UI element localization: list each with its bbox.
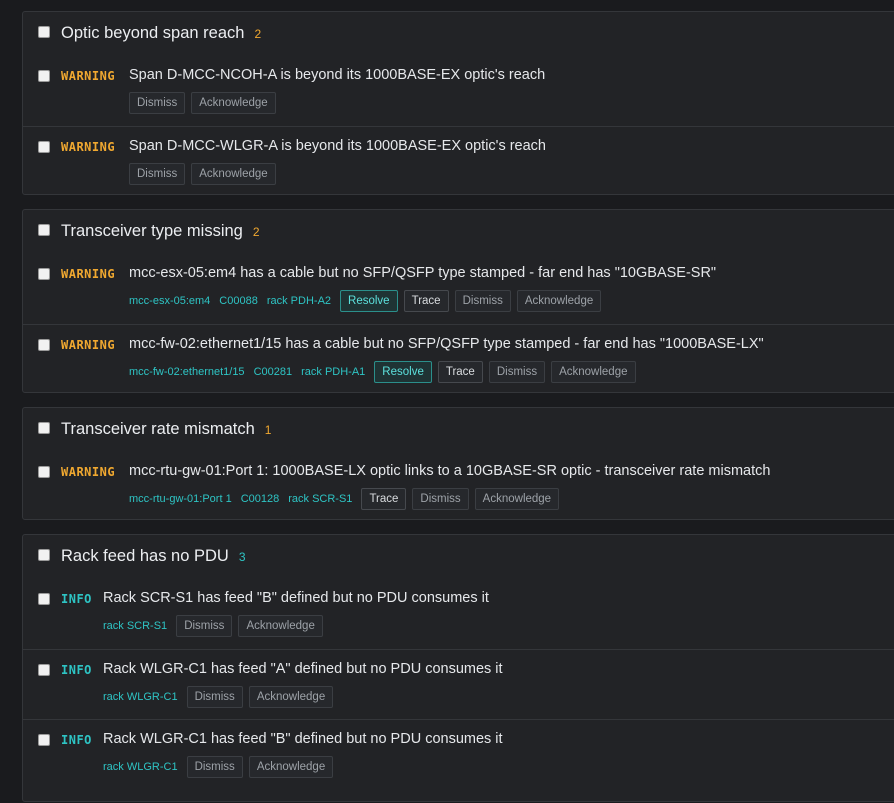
group-title-text: Transceiver type missing [61, 222, 243, 240]
group-header: Rack feed has no PDU 3 [23, 535, 894, 579]
issue-item: WARNING mcc-esx-05:em4 has a cable but n… [23, 254, 894, 324]
issue-group-optic-reach: Optic beyond span reach 2 WARNING Span D-… [22, 11, 894, 195]
group-title: Rack feed has no PDU 3 [61, 547, 246, 566]
group-select-checkbox[interactable] [38, 422, 50, 434]
issue-item: WARNING Span D-MCC-WLGR-A is beyond its … [23, 126, 894, 196]
dismiss-button[interactable]: Dismiss [186, 686, 243, 708]
severity-label: INFO [61, 663, 92, 677]
issue-item: INFO Rack WLGR-C1 has feed "A" defined b… [23, 649, 894, 719]
severity-label: WARNING [61, 267, 116, 281]
severity-label: WARNING [61, 69, 116, 83]
issue-actions: Dismiss Acknowledge [129, 163, 276, 185]
issue-group-transceiver-type-missing: Transceiver type missing 2 WARNING mcc-es… [22, 209, 894, 393]
issue-actions: mcc-rtu-gw-01:Port 1 C00128 rack SCR-S1 … [129, 488, 560, 510]
port-link[interactable]: mcc-fw-02:ethernet1/15 [129, 366, 245, 378]
issue-item: INFO Rack WLGR-C1 has feed "B" defined b… [23, 719, 894, 789]
rack-link[interactable]: rack SCR-S1 [103, 620, 167, 632]
group-header: Transceiver type missing 2 [23, 210, 894, 254]
group-title-text: Optic beyond span reach [61, 24, 245, 42]
issue-item: WARNING Span D-MCC-NCOH-A is beyond its … [23, 56, 894, 126]
item-select-checkbox[interactable] [38, 593, 50, 605]
trace-button[interactable]: Trace [361, 488, 407, 510]
rack-link[interactable]: rack PDH-A1 [301, 366, 365, 378]
group-title-text: Transceiver rate mismatch [61, 420, 255, 438]
resolve-button[interactable]: Resolve [340, 290, 398, 312]
group-header: Optic beyond span reach 2 [23, 12, 894, 56]
item-select-checkbox[interactable] [38, 268, 50, 280]
group-title: Transceiver rate mismatch 1 [61, 420, 271, 439]
rack-link[interactable]: rack WLGR-C1 [103, 761, 178, 773]
issue-actions: Dismiss Acknowledge [129, 92, 276, 114]
dismiss-button[interactable]: Dismiss [129, 92, 186, 114]
group-count-badge: 1 [264, 423, 272, 437]
acknowledge-button[interactable]: Acknowledge [191, 163, 276, 185]
severity-label: WARNING [61, 140, 116, 154]
severity-label: WARNING [61, 465, 116, 479]
issue-message: mcc-rtu-gw-01:Port 1: 1000BASE-LX optic … [129, 463, 771, 479]
group-select-checkbox[interactable] [38, 549, 50, 561]
issue-item: WARNING mcc-fw-02:ethernet1/15 has a cab… [23, 324, 894, 394]
group-count-badge: 2 [252, 225, 260, 239]
dismiss-button[interactable]: Dismiss [412, 488, 469, 510]
item-select-checkbox[interactable] [38, 339, 50, 351]
group-header: Transceiver rate mismatch 1 [23, 408, 894, 452]
dismiss-button[interactable]: Dismiss [186, 756, 243, 778]
rack-link[interactable]: rack WLGR-C1 [103, 691, 178, 703]
group-select-checkbox[interactable] [38, 224, 50, 236]
acknowledge-button[interactable]: Acknowledge [248, 686, 334, 708]
issue-message: Span D-MCC-WLGR-A is beyond its 1000BASE… [129, 138, 546, 154]
acknowledge-button[interactable]: Acknowledge [238, 615, 323, 637]
issue-actions: rack WLGR-C1 Dismiss Acknowledge [103, 686, 334, 708]
acknowledge-button[interactable]: Acknowledge [474, 488, 560, 510]
group-title-text: Rack feed has no PDU [61, 547, 229, 565]
issue-actions: rack SCR-S1 Dismiss Acknowledge [103, 615, 323, 637]
acknowledge-button[interactable]: Acknowledge [191, 92, 276, 114]
port-link[interactable]: mcc-rtu-gw-01:Port 1 [129, 493, 232, 505]
trace-button[interactable]: Trace [437, 361, 483, 383]
acknowledge-button[interactable]: Acknowledge [551, 361, 636, 383]
rack-link[interactable]: rack PDH-A2 [267, 295, 331, 307]
issue-actions: mcc-fw-02:ethernet1/15 C00281 rack PDH-A… [129, 361, 636, 383]
severity-label: INFO [61, 733, 92, 747]
issue-message: Rack SCR-S1 has feed "B" defined but no … [103, 590, 489, 606]
item-select-checkbox[interactable] [38, 466, 50, 478]
issue-message: mcc-esx-05:em4 has a cable but no SFP/QS… [129, 265, 717, 281]
issue-group-rack-feed-no-pdu: Rack feed has no PDU 3 INFO Rack SCR-S1 h… [22, 534, 894, 802]
group-title: Optic beyond span reach 2 [61, 24, 261, 43]
issue-item: WARNING mcc-rtu-gw-01:Port 1: 1000BASE-L… [23, 452, 894, 521]
acknowledge-button[interactable]: Acknowledge [516, 290, 602, 312]
issue-message: Rack WLGR-C1 has feed "A" defined but no… [103, 661, 503, 677]
severity-label: WARNING [61, 338, 116, 352]
group-count-badge: 3 [238, 550, 246, 564]
port-link[interactable]: mcc-esx-05:em4 [129, 295, 210, 307]
group-select-checkbox[interactable] [38, 26, 50, 38]
issue-item: INFO Rack SCR-S1 has feed "B" defined bu… [23, 579, 894, 649]
group-title: Transceiver type missing 2 [61, 222, 260, 241]
dismiss-button[interactable]: Dismiss [129, 163, 186, 185]
dismiss-button[interactable]: Dismiss [454, 290, 511, 312]
group-count-badge: 2 [254, 27, 262, 41]
dismiss-button[interactable]: Dismiss [488, 361, 546, 383]
issue-group-transceiver-rate-mismatch: Transceiver rate mismatch 1 WARNING mcc-r… [22, 407, 894, 520]
item-select-checkbox[interactable] [38, 734, 50, 746]
cable-link[interactable]: C00128 [241, 493, 280, 505]
trace-button[interactable]: Trace [403, 290, 449, 312]
severity-label: INFO [61, 592, 92, 606]
cable-link[interactable]: C00281 [254, 366, 293, 378]
resolve-button[interactable]: Resolve [374, 361, 432, 383]
dismiss-button[interactable]: Dismiss [176, 615, 233, 637]
issue-actions: mcc-esx-05:em4 C00088 rack PDH-A2 Resolv… [129, 290, 602, 312]
issue-actions: rack WLGR-C1 Dismiss Acknowledge [103, 756, 334, 778]
issue-message: mcc-fw-02:ethernet1/15 has a cable but n… [129, 336, 764, 352]
item-select-checkbox[interactable] [38, 664, 50, 676]
rack-link[interactable]: rack SCR-S1 [288, 493, 352, 505]
item-select-checkbox[interactable] [38, 141, 50, 153]
issue-message: Span D-MCC-NCOH-A is beyond its 1000BASE… [129, 67, 546, 83]
cable-link[interactable]: C00088 [219, 295, 258, 307]
issue-message: Rack WLGR-C1 has feed "B" defined but no… [103, 731, 503, 747]
acknowledge-button[interactable]: Acknowledge [248, 756, 334, 778]
item-select-checkbox[interactable] [38, 70, 50, 82]
